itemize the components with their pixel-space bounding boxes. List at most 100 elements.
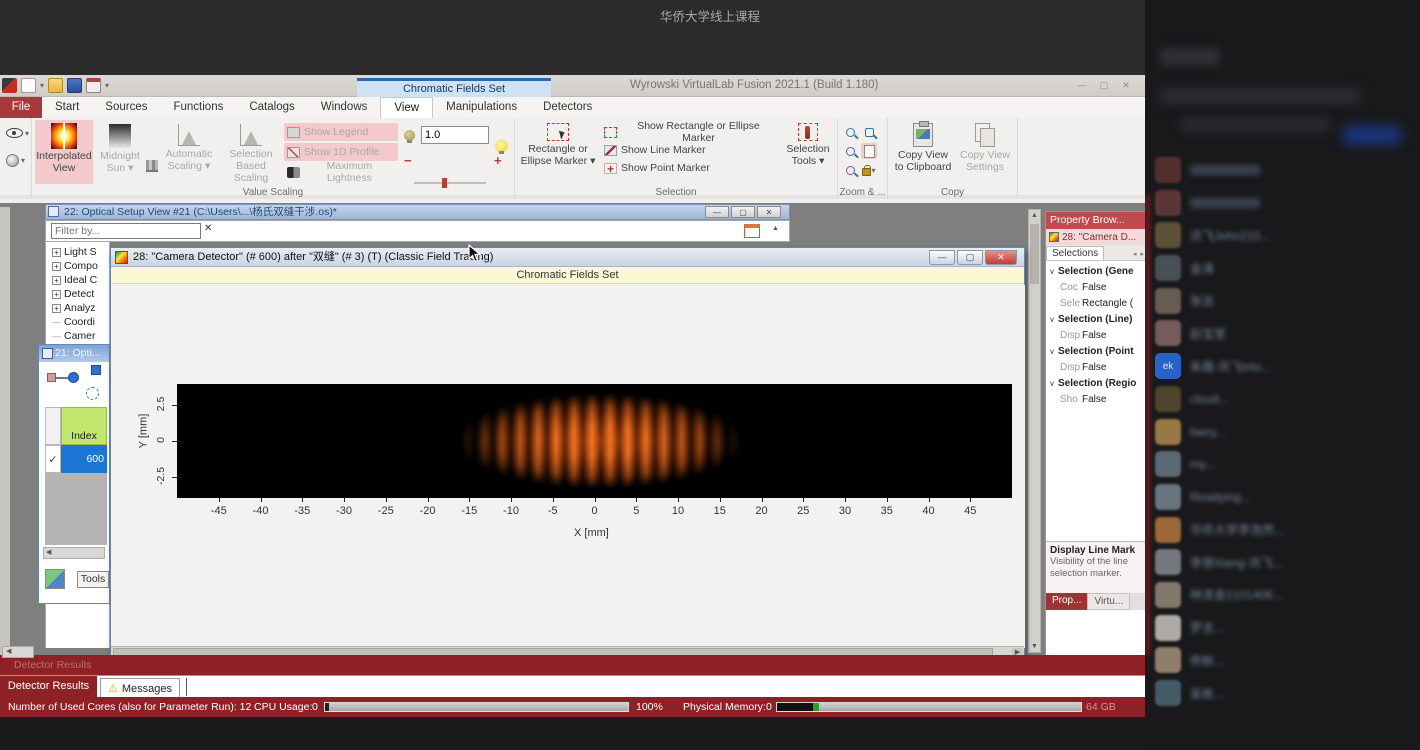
property-row[interactable]: ShoFalse — [1046, 391, 1146, 407]
participant-row[interactable]: 华侨大学李浩然... — [1155, 517, 1413, 543]
save-icon[interactable] — [67, 78, 82, 93]
tab-virtual[interactable]: Virtu... — [1087, 593, 1130, 610]
maximum-lightness-button[interactable]: Maximum Lightness — [284, 163, 398, 181]
participant-row[interactable]: 金涛 — [1155, 255, 1413, 281]
bright-bulb-icon[interactable] — [496, 141, 507, 152]
tab-messages[interactable]: ⚠ Messages — [100, 678, 180, 698]
participant-row[interactable]: my... — [1155, 451, 1413, 477]
w22-close-button[interactable]: ✕ — [757, 206, 781, 218]
selection-tools-button[interactable]: Selection Tools ▾ — [781, 120, 835, 184]
tab-selections[interactable]: Selections — [1046, 246, 1104, 260]
detector-results-panel-bar[interactable]: Detector Results — [0, 655, 1145, 675]
participant-row[interactable]: 罗言... — [1155, 615, 1413, 641]
filter-clear-icon[interactable]: ✕ — [204, 223, 212, 234]
detector-image[interactable] — [177, 384, 1012, 498]
zoom-doc-icon[interactable] — [861, 143, 877, 159]
tab-manipulations[interactable]: Manipulations — [433, 97, 530, 118]
property-row[interactable]: DispFalse — [1046, 359, 1146, 375]
app-logo-icon[interactable] — [2, 78, 17, 93]
tab-sources[interactable]: Sources — [92, 97, 160, 118]
search-box-blur[interactable] — [1160, 88, 1360, 104]
tree-item-ideal-c[interactable]: +Ideal C — [46, 273, 109, 287]
zoom-in-icon[interactable] — [842, 124, 858, 140]
tab-prev-icon[interactable]: ◂ — [1131, 250, 1139, 258]
3d-view-icon[interactable] — [45, 569, 65, 589]
property-browser-item[interactable]: 28: "Camera D... — [1046, 229, 1146, 245]
tab-functions[interactable]: Functions — [160, 97, 236, 118]
property-group-row[interactable]: ∨Selection (Line) — [1046, 311, 1146, 327]
check-icon[interactable]: ✓ — [45, 445, 61, 473]
participant-row[interactable]: ek朱薇-讯飞into... — [1155, 353, 1413, 379]
w21-hscrollbar[interactable]: ◀ — [43, 547, 105, 559]
open-file-icon[interactable] — [48, 78, 63, 93]
participant-row[interactable]: cloud... — [1155, 386, 1413, 412]
expand-icon[interactable]: + — [52, 262, 61, 271]
brightness-plus[interactable]: + — [494, 156, 502, 166]
participant-row[interactable]: faery... — [1155, 419, 1413, 445]
tools-button[interactable]: Tools — [77, 571, 109, 588]
minimize-button[interactable]: — — [1072, 78, 1092, 93]
tab-detectors[interactable]: Detectors — [530, 97, 605, 118]
vscroll-thumb[interactable] — [1030, 224, 1039, 284]
expand-icon[interactable]: + — [52, 290, 61, 299]
tree-item-light-s[interactable]: +Light S — [46, 245, 109, 259]
qat-customize-icon[interactable]: ▾ — [105, 81, 109, 90]
element-node-icon[interactable] — [68, 372, 79, 383]
midnight-sun-button[interactable]: Midnight Sun ▾ — [96, 120, 144, 184]
expand-icon[interactable]: + — [52, 248, 61, 257]
chevron-down-icon[interactable]: ▾ — [40, 81, 44, 90]
tab-view[interactable]: View — [380, 97, 433, 118]
camera-detector-window[interactable]: 28: "Camera Detector" (# 600) after "双缝"… — [110, 247, 1025, 659]
tree-item-compo[interactable]: +Compo — [46, 259, 109, 273]
property-row[interactable]: DispFalse — [1046, 327, 1146, 343]
property-browser-title[interactable]: Property Brow... — [1046, 212, 1146, 229]
participant-row[interactable]: 吴栋... — [1155, 680, 1413, 706]
app-titlebar[interactable]: ▾ ▾ Wyrowski VirtualLab Fusion 2021.1 (B… — [0, 75, 1145, 97]
w22-minimize-button[interactable]: — — [705, 206, 729, 218]
optical-setup-view-titlebar[interactable]: 22: Optical Setup View #21 (C:\Users\...… — [45, 204, 790, 220]
mini-chart-icon[interactable] — [146, 160, 158, 172]
collapse-icon[interactable]: ∨ — [1046, 267, 1058, 276]
participant-row[interactable] — [1155, 190, 1413, 216]
toolbox-icon[interactable] — [744, 224, 760, 238]
tab-properties[interactable]: Prop... — [1046, 593, 1087, 610]
property-group-row[interactable]: ∨Selection (Regio — [1046, 375, 1146, 391]
dim-bulb-icon[interactable] — [404, 130, 415, 141]
eye-button[interactable]: ▾ — [6, 128, 29, 138]
participant-row[interactable]: 林泽金2101406... — [1155, 582, 1413, 608]
copy-view-settings-button[interactable]: Copy View Settings — [956, 120, 1014, 184]
w28-minimize-button[interactable]: — — [929, 250, 955, 265]
index-value-cell[interactable]: 600 — [61, 445, 107, 473]
zoom-lock-icon[interactable]: ▾ — [861, 162, 877, 178]
participant-row[interactable]: 李想Xiang-讯飞... — [1155, 549, 1413, 575]
tab-catalogs[interactable]: Catalogs — [236, 97, 307, 118]
tree-item-analyz[interactable]: +Analyz — [46, 301, 109, 315]
property-group-row[interactable]: ∨Selection (Gene — [1046, 263, 1146, 279]
filter-input[interactable] — [51, 223, 201, 239]
w22-maximize-button[interactable]: ▢ — [731, 206, 755, 218]
automatic-scaling-button[interactable]: Automatic Scaling ▾ — [160, 120, 218, 184]
expand-icon[interactable]: + — [52, 304, 61, 313]
optical-setup-editor-window[interactable]: 21: Opti... Index ✓ 600 ◀ Tools — [38, 344, 110, 604]
tab-windows[interactable]: Windows — [308, 97, 381, 118]
dashed-node-icon[interactable] — [86, 387, 99, 400]
action-button-blur[interactable] — [1343, 126, 1401, 144]
participant-row[interactable]: 赵宝堂 — [1155, 320, 1413, 346]
brightness-slider[interactable] — [414, 182, 486, 184]
zoom-out-icon[interactable] — [842, 143, 858, 159]
maximize-button[interactable]: ▢ — [1094, 78, 1114, 93]
rectangle-ellipse-marker-button[interactable]: Rectangle or Ellipse Marker ▾ — [520, 120, 596, 184]
participant-row[interactable]: 佟盼... — [1155, 647, 1413, 673]
brightness-input[interactable] — [421, 126, 489, 144]
new-file-icon[interactable] — [21, 78, 36, 93]
expand-icon[interactable]: + — [52, 276, 61, 285]
w28-maximize-button[interactable]: ▢ — [957, 250, 983, 265]
source-node-icon[interactable] — [47, 373, 56, 382]
zoom-region-icon[interactable] — [861, 124, 877, 140]
participant-row[interactable]: 张治 — [1155, 288, 1413, 314]
interpolated-view-button[interactable]: Interpolated View — [35, 120, 93, 184]
collapse-icon[interactable]: ∨ — [1046, 379, 1058, 388]
scroll-up-icon[interactable]: ▲ — [772, 225, 779, 232]
tab-file[interactable]: File — [0, 97, 42, 118]
property-row[interactable]: CocFalse — [1046, 279, 1146, 295]
